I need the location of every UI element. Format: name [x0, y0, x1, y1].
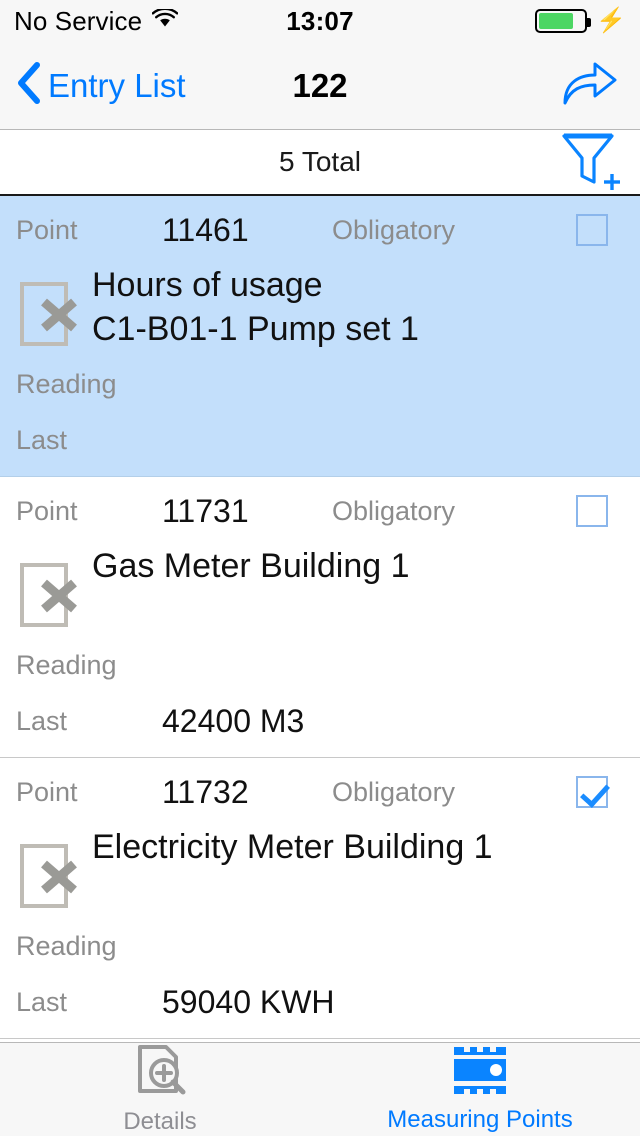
gauge-meter-icon	[452, 1045, 508, 1102]
row-header: Point 11731 Obligatory	[16, 477, 624, 539]
document-deleted-x-icon	[16, 264, 80, 357]
reading-row: Reading	[16, 637, 624, 693]
chevron-left-icon	[16, 61, 42, 110]
back-button[interactable]: Entry List	[0, 61, 186, 110]
back-button-label: Entry List	[48, 66, 186, 104]
tab-details-label: Details	[123, 1108, 197, 1135]
point-value: 11731	[162, 492, 249, 529]
last-value: 59040 KWH	[162, 983, 335, 1020]
last-label: Last	[16, 424, 68, 455]
tab-measuring-points[interactable]: Measuring Points	[320, 1043, 640, 1136]
last-label: Last	[16, 986, 68, 1017]
point-label: Point	[16, 214, 78, 245]
total-count-label: 5 Total	[279, 146, 361, 177]
last-value: 42400 M3	[162, 702, 305, 739]
obligatory-label: Obligatory	[332, 214, 456, 245]
row-header: Point 11732 Obligatory	[16, 758, 624, 820]
row-title-line1: Gas Meter Building 1	[92, 547, 410, 585]
status-bar: No Service 13:07 ⚡	[0, 0, 640, 42]
filter-bar: 5 Total	[0, 130, 640, 196]
tab-bar: Details Measuring Points	[0, 1042, 640, 1136]
last-row: Last 42400 M3	[16, 693, 624, 749]
row-title-line1: Hours of usage	[92, 266, 323, 304]
lightning-bolt-icon: ⚡	[596, 7, 626, 34]
row-readings: Reading Last	[16, 356, 624, 468]
reading-row: Reading	[16, 356, 624, 412]
last-row: Last 59040 KWH	[16, 974, 624, 1030]
point-label: Point	[16, 495, 78, 526]
share-button[interactable]	[562, 60, 640, 111]
row-title-block: Gas Meter Building 1	[80, 545, 410, 589]
row-body: Gas Meter Building 1	[16, 539, 624, 638]
share-forward-arrow-icon	[562, 62, 618, 110]
reading-label: Reading	[16, 930, 117, 961]
obligatory-checkbox[interactable]	[576, 214, 608, 246]
add-filter-button[interactable]	[560, 130, 640, 195]
battery-icon	[535, 9, 592, 33]
row-title-block: Hours of usage C1-B01-1 Pump set 1	[80, 264, 419, 351]
tab-measuring-points-label: Measuring Points	[387, 1106, 573, 1133]
point-label: Point	[16, 776, 78, 807]
row-readings: Reading Last 59040 KWH	[16, 918, 624, 1030]
row-body: Electricity Meter Building 1	[16, 820, 624, 919]
row-title-line2: C1-B01-1 Pump set 1	[92, 309, 419, 348]
obligatory-label: Obligatory	[332, 495, 456, 526]
obligatory-checkbox[interactable]	[576, 495, 608, 527]
funnel-plus-icon	[560, 130, 628, 195]
reading-label: Reading	[16, 649, 117, 680]
document-deleted-x-icon	[16, 545, 80, 638]
tab-details[interactable]: Details	[0, 1043, 320, 1136]
point-value: 11732	[162, 773, 249, 810]
table-row[interactable]: Point 11461 Obligatory Hours of usage C1…	[0, 196, 640, 477]
row-readings: Reading Last 42400 M3	[16, 637, 624, 749]
obligatory-label: Obligatory	[332, 776, 456, 807]
status-bar-right: ⚡	[535, 9, 626, 33]
table-row[interactable]: Point 11732 Obligatory Electricity Meter…	[0, 758, 640, 1039]
row-header: Point 11461 Obligatory	[16, 196, 624, 258]
nav-bar: Entry List 122	[0, 42, 640, 130]
row-title-line1: Electricity Meter Building 1	[92, 828, 493, 866]
app-screen: No Service 13:07 ⚡ Entry List 122 5 Tota…	[0, 0, 640, 1136]
row-body: Hours of usage C1-B01-1 Pump set 1	[16, 258, 624, 357]
document-magnifier-plus-icon	[132, 1043, 188, 1104]
document-deleted-x-icon	[16, 826, 80, 919]
point-value: 11461	[162, 211, 249, 248]
last-row: Last	[16, 412, 624, 468]
table-row[interactable]: Point 11731 Obligatory Gas Meter Buildin…	[0, 477, 640, 758]
obligatory-checkbox[interactable]	[576, 776, 608, 808]
last-label: Last	[16, 705, 68, 736]
measuring-points-list: Point 11461 Obligatory Hours of usage C1…	[0, 196, 640, 1039]
reading-label: Reading	[16, 368, 117, 399]
row-title-block: Electricity Meter Building 1	[80, 826, 493, 870]
reading-row: Reading	[16, 918, 624, 974]
